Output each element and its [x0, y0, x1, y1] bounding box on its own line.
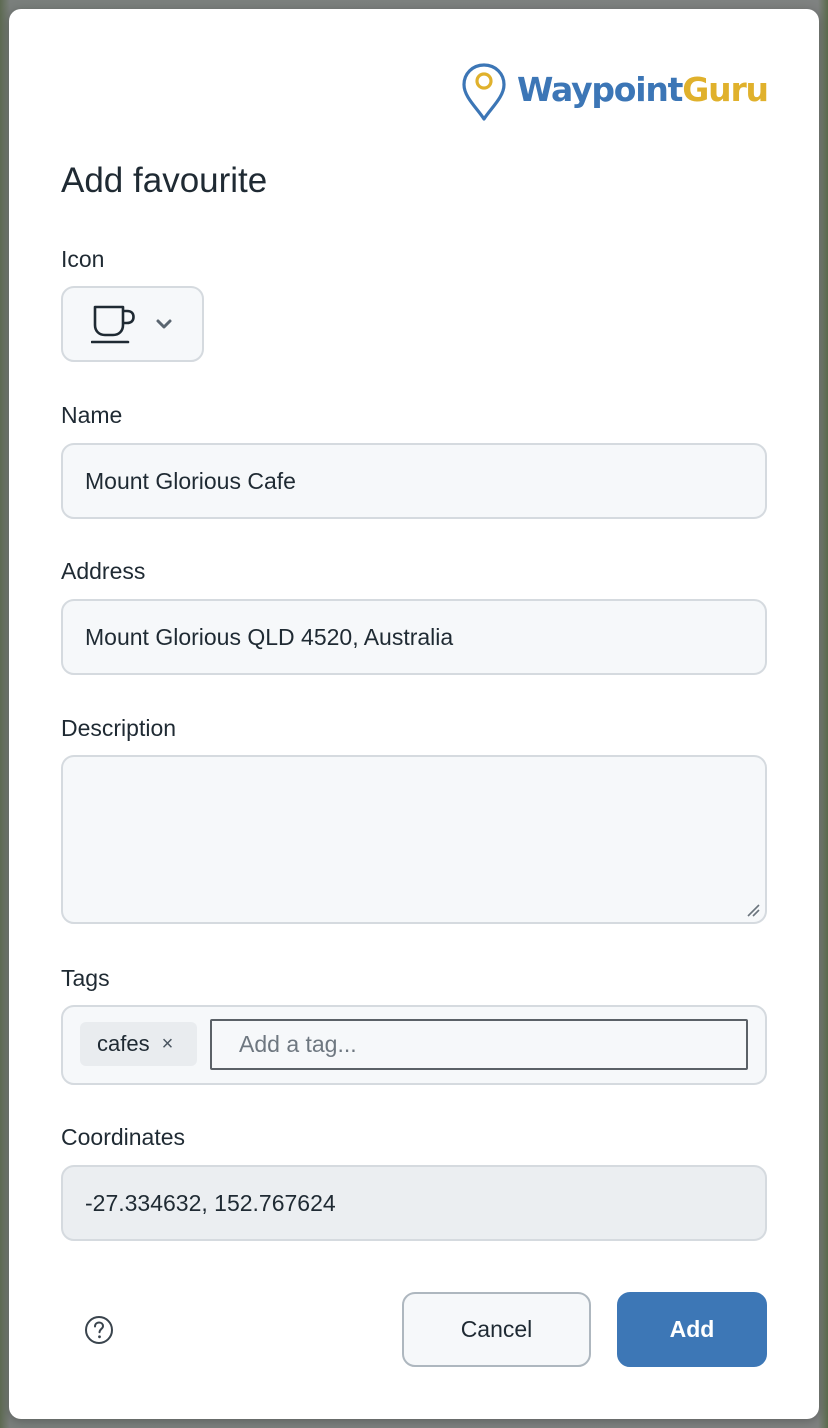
help-circle-icon[interactable]: [84, 1315, 114, 1345]
tag-remove-icon[interactable]: ×: [162, 1034, 174, 1054]
address-label: Address: [61, 558, 146, 584]
coordinates-field: -27.334632, 152.767624: [61, 1165, 767, 1241]
tag-input[interactable]: Add a tag...: [210, 1019, 748, 1070]
waypointguru-logo: WaypointGuru: [461, 61, 769, 123]
logo-word-guru: Guru: [682, 69, 769, 109]
tag-chip-label: cafes: [97, 1031, 150, 1056]
resize-grip-icon[interactable]: [744, 901, 762, 919]
tags-label: Tags: [61, 965, 110, 991]
icon-label: Icon: [61, 246, 105, 272]
cancel-button[interactable]: Cancel: [402, 1292, 591, 1367]
tag-chip: cafes ×: [80, 1022, 197, 1066]
coffee-cup-icon: [91, 305, 135, 344]
add-favourite-dialog: WaypointGuru Add favourite Icon Name Mou…: [9, 9, 819, 1419]
dialog-title: Add favourite: [61, 161, 268, 200]
name-input[interactable]: Mount Glorious Cafe: [61, 443, 767, 519]
description-textarea[interactable]: [61, 755, 767, 924]
description-label: Description: [61, 715, 177, 741]
map-pin-icon: [462, 63, 506, 121]
icon-select[interactable]: [61, 286, 204, 362]
logo-wordmark: WaypointGuru: [517, 69, 769, 109]
chevron-down-icon: [156, 319, 172, 329]
tags-field: cafes × Add a tag...: [61, 1005, 767, 1085]
logo-word-waypoint: Waypoint: [517, 69, 683, 109]
address-input[interactable]: Mount Glorious QLD 4520, Australia: [61, 599, 767, 675]
coordinates-label: Coordinates: [61, 1124, 186, 1150]
name-label: Name: [61, 402, 123, 428]
add-button[interactable]: Add: [617, 1292, 767, 1367]
